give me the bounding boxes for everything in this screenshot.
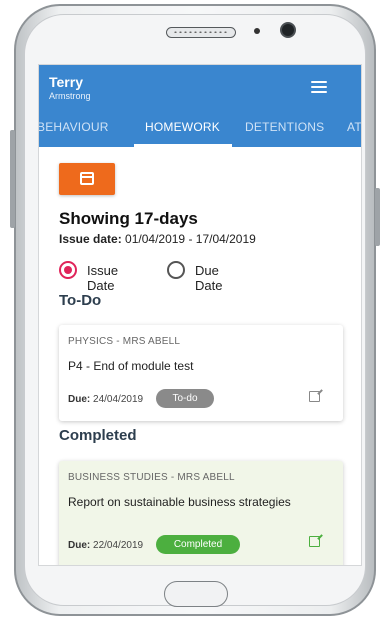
due-value: 22/04/2019 <box>93 540 144 551</box>
volume-button <box>10 130 15 228</box>
homework-content: Showing 17-days Issue date: 01/04/2019 -… <box>39 147 361 565</box>
radio-issue-date-label: Issue Date <box>87 263 119 293</box>
card-subject: PHYSICS - MRS ABELL <box>68 336 181 347</box>
homework-card[interactable]: BUSINESS STUDIES - MRS ABELL Report on s… <box>59 461 343 565</box>
app-screen: Terry Armstrong BEHAVIOUR HOMEWORK DETEN… <box>38 64 362 566</box>
hamburger-menu-icon[interactable] <box>311 81 327 93</box>
completed-heading: Completed <box>59 427 137 444</box>
front-camera <box>280 22 296 38</box>
issue-date-value: 01/04/2019 - 17/04/2019 <box>125 232 256 246</box>
due-value: 24/04/2019 <box>93 394 144 405</box>
card-due-date: Due: 22/04/2019 <box>68 540 143 551</box>
tab-behaviour[interactable]: BEHAVIOUR <box>39 119 109 147</box>
status-badge: Completed <box>156 535 240 554</box>
calendar-icon <box>80 172 94 185</box>
home-button[interactable] <box>164 581 228 607</box>
calendar-button[interactable] <box>59 163 115 195</box>
tab-attendance[interactable]: AT <box>347 119 361 147</box>
app-bar: Terry Armstrong BEHAVIOUR HOMEWORK DETEN… <box>39 65 361 147</box>
power-button <box>375 188 380 246</box>
open-external-icon[interactable] <box>309 536 320 547</box>
card-subject: BUSINESS STUDIES - MRS ABELL <box>68 472 235 483</box>
sensor-dot <box>254 28 260 34</box>
showing-days-heading: Showing 17-days <box>59 209 198 228</box>
open-external-icon[interactable] <box>309 391 320 402</box>
homework-card[interactable]: PHYSICS - MRS ABELL P4 - End of module t… <box>59 325 343 421</box>
due-label: Due: <box>68 394 91 405</box>
due-label: Due: <box>68 540 91 551</box>
tab-bar: BEHAVIOUR HOMEWORK DETENTIONS AT <box>39 119 361 147</box>
tab-detentions[interactable]: DETENTIONS <box>245 119 324 147</box>
issue-date-range: Issue date: 01/04/2019 - 17/04/2019 <box>59 232 256 246</box>
radio-issue-date[interactable] <box>59 261 77 279</box>
card-title: P4 - End of module test <box>68 359 194 373</box>
todo-heading: To-Do <box>59 292 102 309</box>
radio-due-date-label: Due Date <box>195 263 223 293</box>
radio-due-date[interactable] <box>167 261 185 279</box>
card-due-date: Due: 24/04/2019 <box>68 394 143 405</box>
issue-date-label: Issue date: <box>59 232 122 246</box>
speaker-grille <box>166 27 236 38</box>
user-first-name: Terry <box>49 74 83 90</box>
tab-homework[interactable]: HOMEWORK <box>145 119 220 147</box>
user-last-name: Armstrong <box>49 91 91 101</box>
card-title: Report on sustainable business strategie… <box>68 495 291 509</box>
status-badge: To-do <box>156 389 214 408</box>
